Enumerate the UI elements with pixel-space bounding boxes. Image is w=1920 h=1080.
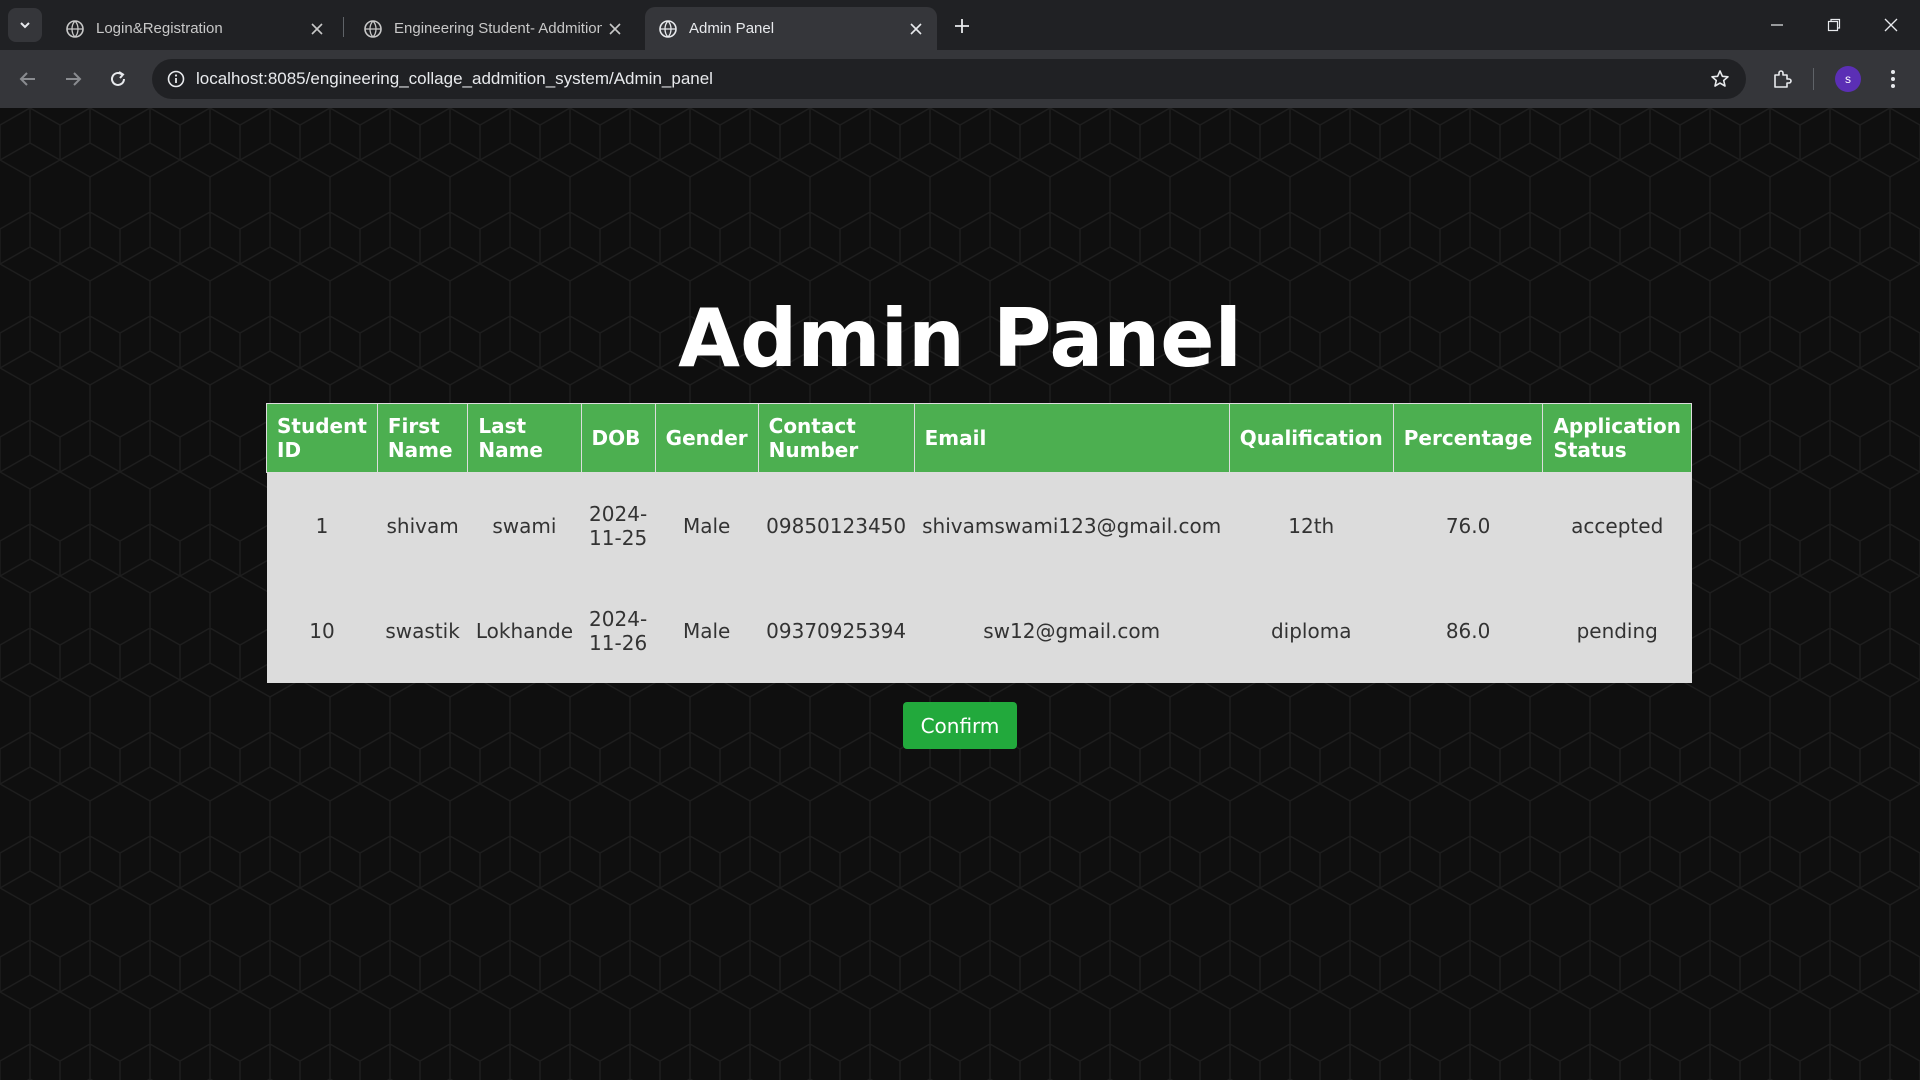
bookmark-button[interactable] bbox=[1706, 65, 1734, 93]
cell-dob: 2024-11-26 bbox=[581, 578, 656, 683]
chevron-down-icon bbox=[20, 22, 30, 29]
tab-admin-panel[interactable]: Admin Panel bbox=[645, 7, 937, 50]
close-icon bbox=[1884, 18, 1898, 32]
toolbar-divider bbox=[1813, 68, 1814, 90]
profile-avatar[interactable]: s bbox=[1835, 66, 1861, 92]
tab-divider bbox=[343, 17, 344, 37]
table-header-row: Student ID First Name Last Name DOB Gend… bbox=[266, 403, 1693, 473]
column-header-email: Email bbox=[913, 403, 1230, 473]
close-icon[interactable] bbox=[304, 16, 330, 42]
tab-title: Login&Registration bbox=[96, 20, 223, 37]
column-header-last-name: Last Name bbox=[467, 403, 582, 473]
new-tab-button[interactable] bbox=[948, 12, 976, 40]
cell-dob: 2024-11-25 bbox=[581, 472, 656, 578]
arrow-left-icon bbox=[19, 72, 35, 86]
puzzle-icon bbox=[1774, 70, 1792, 88]
column-header-qualification: Qualification bbox=[1228, 403, 1394, 473]
cell-first-name: swastik bbox=[377, 578, 468, 683]
info-icon bbox=[167, 70, 185, 88]
reload-button[interactable] bbox=[102, 63, 134, 95]
back-button[interactable] bbox=[12, 63, 44, 95]
cell-contact-number: 09850123450 bbox=[758, 472, 915, 578]
cell-gender: Male bbox=[655, 578, 759, 683]
browser-toolbar: localhost:8085/engineering_collage_addmi… bbox=[0, 50, 1920, 108]
more-vertical-icon bbox=[1891, 70, 1895, 88]
globe-icon bbox=[364, 19, 382, 38]
restore-button[interactable] bbox=[1814, 8, 1854, 42]
cell-email: shivamswami123@gmail.com bbox=[914, 472, 1230, 578]
tab-title: Engineering Student- Addmition bbox=[394, 20, 602, 37]
cell-student-id: 1 bbox=[266, 472, 378, 578]
star-icon bbox=[1711, 70, 1729, 87]
column-header-first-name: First Name bbox=[376, 403, 469, 473]
tab-login-registration[interactable]: Login&Registration bbox=[52, 7, 338, 50]
tab-strip: Login&Registration Engineering Student- … bbox=[0, 0, 1920, 50]
reload-icon bbox=[111, 71, 125, 86]
cell-percentage: 76.0 bbox=[1393, 472, 1543, 578]
page-title: Admin Panel bbox=[678, 292, 1242, 385]
close-icon[interactable] bbox=[903, 16, 929, 42]
plus-icon bbox=[955, 19, 969, 33]
browser-menu-button[interactable] bbox=[1880, 63, 1906, 95]
column-header-student-id: Student ID bbox=[266, 403, 378, 473]
cell-last-name: swami bbox=[467, 472, 582, 578]
column-header-percentage: Percentage bbox=[1392, 403, 1544, 473]
avatar-initial: s bbox=[1845, 72, 1851, 86]
tab-title: Admin Panel bbox=[689, 20, 775, 37]
tab-engineering-student[interactable]: Engineering Student- Addmition bbox=[350, 7, 636, 50]
cell-percentage: 86.0 bbox=[1393, 578, 1543, 683]
close-icon[interactable] bbox=[602, 16, 628, 42]
table-row: 1 shivam swami 2024-11-25 Male 098501234… bbox=[266, 472, 1692, 578]
close-window-button[interactable] bbox=[1871, 8, 1911, 42]
cell-application-status: accepted bbox=[1542, 472, 1692, 578]
minimize-icon bbox=[1771, 24, 1783, 26]
table-row: 10 swastik Lokhande 2024-11-26 Male 0937… bbox=[266, 578, 1692, 683]
column-header-gender: Gender bbox=[654, 403, 759, 473]
arrow-right-icon bbox=[66, 72, 82, 86]
cell-last-name: Lokhande bbox=[467, 578, 582, 683]
cell-qualification: diploma bbox=[1229, 578, 1394, 683]
cell-qualification: 12th bbox=[1229, 472, 1394, 578]
cell-first-name: shivam bbox=[377, 472, 468, 578]
site-info-button[interactable] bbox=[162, 65, 190, 93]
cell-email: sw12@gmail.com bbox=[914, 578, 1230, 683]
cell-student-id: 10 bbox=[266, 578, 378, 683]
column-header-contact-number: Contact Number bbox=[757, 403, 915, 473]
address-bar[interactable]: localhost:8085/engineering_collage_addmi… bbox=[152, 59, 1746, 99]
globe-icon bbox=[659, 19, 677, 38]
students-table: Student ID First Name Last Name DOB Gend… bbox=[266, 403, 1693, 683]
forward-button[interactable] bbox=[57, 63, 89, 95]
minimize-button[interactable] bbox=[1757, 8, 1797, 42]
column-header-application-status: Application Status bbox=[1542, 403, 1693, 473]
globe-icon bbox=[66, 19, 84, 38]
page-content: Admin Panel Student ID First Name Last N… bbox=[0, 108, 1920, 1080]
cell-application-status: pending bbox=[1542, 578, 1692, 683]
cell-gender: Male bbox=[655, 472, 759, 578]
cell-contact-number: 09370925394 bbox=[758, 578, 915, 683]
column-header-dob: DOB bbox=[580, 403, 656, 473]
url-text[interactable]: localhost:8085/engineering_collage_addmi… bbox=[196, 69, 713, 89]
tab-search-button[interactable] bbox=[8, 8, 42, 42]
restore-icon bbox=[1827, 18, 1841, 32]
extensions-button[interactable] bbox=[1766, 63, 1798, 95]
confirm-button[interactable]: Confirm bbox=[903, 702, 1017, 749]
